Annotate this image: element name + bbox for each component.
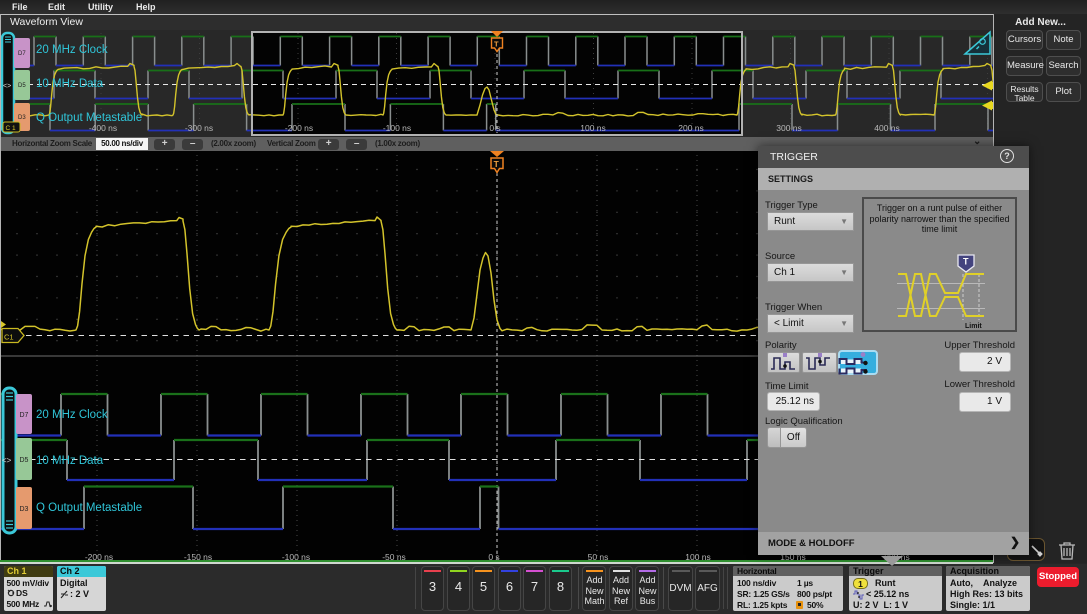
svg-text:D5: D5 bbox=[20, 457, 29, 464]
svg-text:Q Output Metastable: Q Output Metastable bbox=[36, 112, 142, 124]
svg-text:D3: D3 bbox=[20, 506, 29, 513]
svg-text:C1: C1 bbox=[4, 333, 14, 342]
svg-text:D7: D7 bbox=[18, 51, 26, 57]
svg-text:20 MHz Clock: 20 MHz Clock bbox=[36, 44, 108, 56]
svg-text:T: T bbox=[494, 159, 500, 169]
svg-text:-300 ns: -300 ns bbox=[185, 123, 213, 133]
svg-text:T: T bbox=[494, 40, 499, 49]
svg-text:0 s: 0 s bbox=[489, 123, 500, 133]
svg-text:C 1: C 1 bbox=[6, 125, 17, 132]
svg-text:200 ns: 200 ns bbox=[678, 123, 704, 133]
svg-text:D7: D7 bbox=[20, 412, 29, 419]
svg-text:-100 ns: -100 ns bbox=[383, 123, 411, 133]
svg-text:300 ns: 300 ns bbox=[776, 123, 802, 133]
svg-text:Limit: Limit bbox=[965, 323, 982, 330]
svg-text:D3: D3 bbox=[18, 115, 26, 121]
svg-text:-400 ns: -400 ns bbox=[89, 123, 117, 133]
svg-text:<>: <> bbox=[3, 83, 11, 90]
svg-text:<>: <> bbox=[2, 456, 12, 465]
svg-text:100 ns: 100 ns bbox=[580, 123, 606, 133]
svg-text:10 MHz Data: 10 MHz Data bbox=[36, 455, 104, 467]
svg-text:Q Output Metastable: Q Output Metastable bbox=[36, 502, 142, 514]
svg-text:-200 ns: -200 ns bbox=[285, 123, 313, 133]
svg-text:20 MHz Clock: 20 MHz Clock bbox=[36, 409, 108, 421]
svg-text:10 MHz Data: 10 MHz Data bbox=[36, 78, 104, 90]
svg-text:D5: D5 bbox=[18, 83, 26, 89]
svg-text:T: T bbox=[963, 257, 969, 267]
svg-text:400 ns: 400 ns bbox=[874, 123, 900, 133]
